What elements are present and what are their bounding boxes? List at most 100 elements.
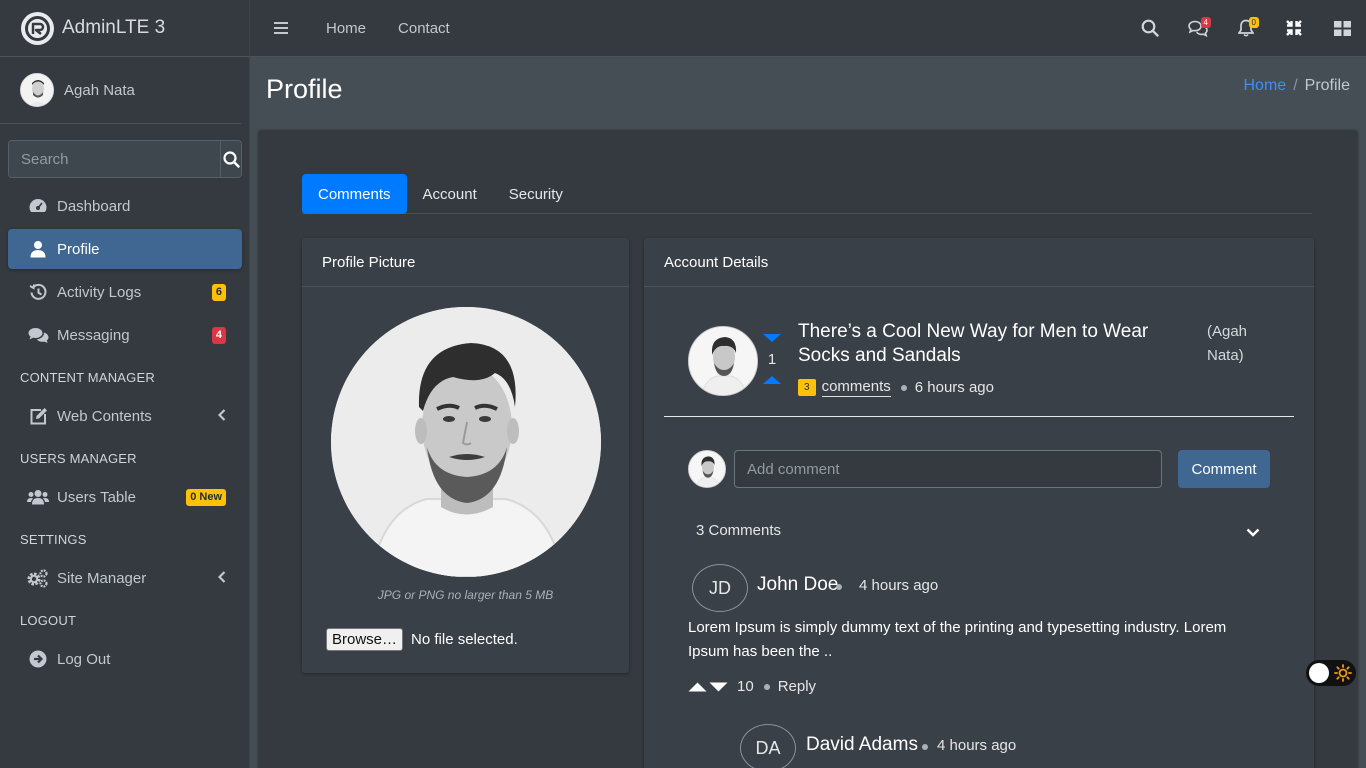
sidebar-item-messaging[interactable]: Messaging 4 [8, 315, 242, 355]
post-divider [664, 416, 1294, 417]
sidebar-item-users-table[interactable]: Users Table 0 New [8, 477, 242, 517]
post-meta: 3 comments 6 hours ago [798, 378, 994, 397]
breadcrumb-home[interactable]: Home [1244, 77, 1287, 94]
sidebar-item-label: Users Table [57, 488, 136, 506]
breadcrumb: Home / Profile [1244, 77, 1351, 95]
profile-photo [331, 307, 601, 577]
sidebar-search-button[interactable] [220, 141, 241, 177]
meta-separator [763, 683, 770, 690]
profile-picture-card: Profile Picture JPG or PNG no larger tha… [302, 238, 629, 673]
sidebar-item-label: Dashboard [57, 197, 131, 215]
page-title: Profile [266, 74, 343, 104]
tab-security[interactable]: Security [493, 174, 579, 214]
post-vote-count: 1 [767, 351, 777, 368]
tab-account[interactable]: Account [407, 174, 493, 214]
meta-separator [922, 744, 928, 750]
nav-link-contact[interactable]: Contact [398, 20, 450, 37]
comments-icon [27, 324, 49, 346]
post-author-avatar [688, 326, 758, 396]
grid-icon [1333, 20, 1351, 36]
comment-author[interactable]: John Doe [757, 574, 838, 596]
reply-link[interactable]: Reply [778, 678, 816, 695]
nav-header-logout: LOGOUT [20, 612, 77, 628]
chevron-left-icon [217, 408, 226, 424]
tab-comments[interactable]: Comments [302, 174, 407, 214]
notifications-dropdown[interactable]: 0 [1222, 0, 1270, 56]
sidebar-item-label: Web Contents [57, 407, 152, 425]
post-author: (Agah Nata) [1207, 323, 1248, 364]
sign-out-icon [27, 648, 49, 670]
vote-down-icon[interactable] [762, 333, 782, 343]
compress-icon [1286, 20, 1302, 36]
messages-dropdown[interactable]: 4 [1174, 0, 1222, 56]
sidebar-item-site-manager[interactable]: Site Manager [8, 558, 242, 598]
sun-icon [1334, 664, 1352, 682]
file-status: No file selected. [411, 631, 518, 648]
sidebar-item-profile[interactable]: Profile [8, 229, 242, 269]
messages-badge: 4 [1200, 17, 1211, 28]
comment-time: 4 hours ago [937, 737, 1017, 754]
breadcrumb-separator: / [1293, 77, 1298, 94]
comment-form: Comment [688, 450, 1270, 488]
brand-name: AdminLTE 3 [62, 17, 166, 38]
search-icon [1141, 19, 1159, 37]
sidebar-item-label: Messaging [57, 326, 130, 344]
sidebar-item-web-contents[interactable]: Web Contents [8, 396, 242, 436]
vote-up-icon[interactable] [688, 682, 707, 692]
sidebar-item-label: Activity Logs [57, 283, 142, 301]
nav-header-settings: SETTINGS [20, 531, 87, 547]
messaging-badge: 4 [211, 326, 226, 344]
nav-link-home[interactable]: Home [326, 20, 366, 37]
profile-picture-title: Profile Picture [302, 238, 629, 287]
dashboard-icon [27, 195, 49, 217]
sidebar-item-label: Log Out [57, 650, 111, 668]
brand-logo-icon [21, 11, 54, 45]
comment-author[interactable]: David Adams [806, 734, 918, 756]
comment-item: JD [692, 564, 748, 612]
vote-down-icon[interactable] [709, 682, 728, 692]
chevron-down-icon[interactable] [1246, 524, 1260, 541]
top-navbar: Home Contact 4 0 [250, 0, 1366, 57]
profile-card: Comments Account Security Profile Pictur… [258, 130, 1358, 768]
history-icon [27, 281, 49, 303]
theme-toggle[interactable] [1306, 660, 1356, 686]
comment-actions: 10 Reply [688, 678, 816, 695]
post-title[interactable]: There’s a Cool New Way for Men to Wear S… [798, 320, 1198, 368]
comment-submit-button[interactable]: Comment [1178, 450, 1270, 488]
sidebar-item-dashboard[interactable]: Dashboard [8, 186, 242, 226]
meta-separator [900, 384, 907, 391]
sidebar-item-activity-logs[interactable]: Activity Logs 6 [8, 272, 242, 312]
sidebar-item-label: Site Manager [57, 569, 147, 587]
user-panel[interactable]: Agah Nata [0, 57, 241, 124]
post-vote: 1 [762, 330, 782, 389]
brand-link[interactable]: AdminLTE 3 [0, 0, 249, 57]
sidebar-search-input[interactable] [9, 141, 220, 177]
file-upload: Browse… No file selected. [326, 628, 518, 651]
sidebar-item-log-out[interactable]: Log Out [8, 639, 242, 679]
comment-text: Lorem Ipsum is simply dummy text of the … [688, 619, 1227, 660]
vote-up-icon[interactable] [762, 375, 782, 385]
users-table-badge: 0 New [186, 488, 226, 506]
navbar-search-button[interactable] [1126, 0, 1174, 56]
upload-hint: JPG or PNG no larger than 5 MB [377, 588, 554, 602]
cogs-icon [27, 567, 49, 589]
nav-header-content-manager: CONTENT MANAGER [20, 369, 155, 385]
menu-toggle-icon[interactable] [274, 19, 288, 37]
control-sidebar-button[interactable] [1318, 0, 1366, 56]
comment-input[interactable] [734, 450, 1162, 488]
chevron-left-icon [217, 570, 226, 586]
browse-button[interactable]: Browse… [326, 628, 404, 651]
edit-icon [27, 405, 49, 427]
main-sidebar: AdminLTE 3 Agah Nata Dashboard Profile [0, 0, 250, 768]
activity-logs-badge: 6 [211, 283, 226, 301]
account-details-card: Account Details 1 There’s a Cool New Way… [644, 238, 1314, 768]
breadcrumb-current: Profile [1304, 77, 1350, 94]
post-comments-badge: 3 [798, 379, 816, 396]
users-icon [27, 486, 49, 508]
user-name[interactable]: Agah Nata [64, 82, 135, 99]
post-comments-link[interactable]: comments [821, 378, 891, 397]
user-icon [27, 238, 49, 260]
post-time: 6 hours ago [914, 379, 994, 396]
sidebar-nav: Dashboard Profile Activity Logs 6 Messag… [8, 186, 242, 682]
fullscreen-button[interactable] [1270, 0, 1318, 56]
